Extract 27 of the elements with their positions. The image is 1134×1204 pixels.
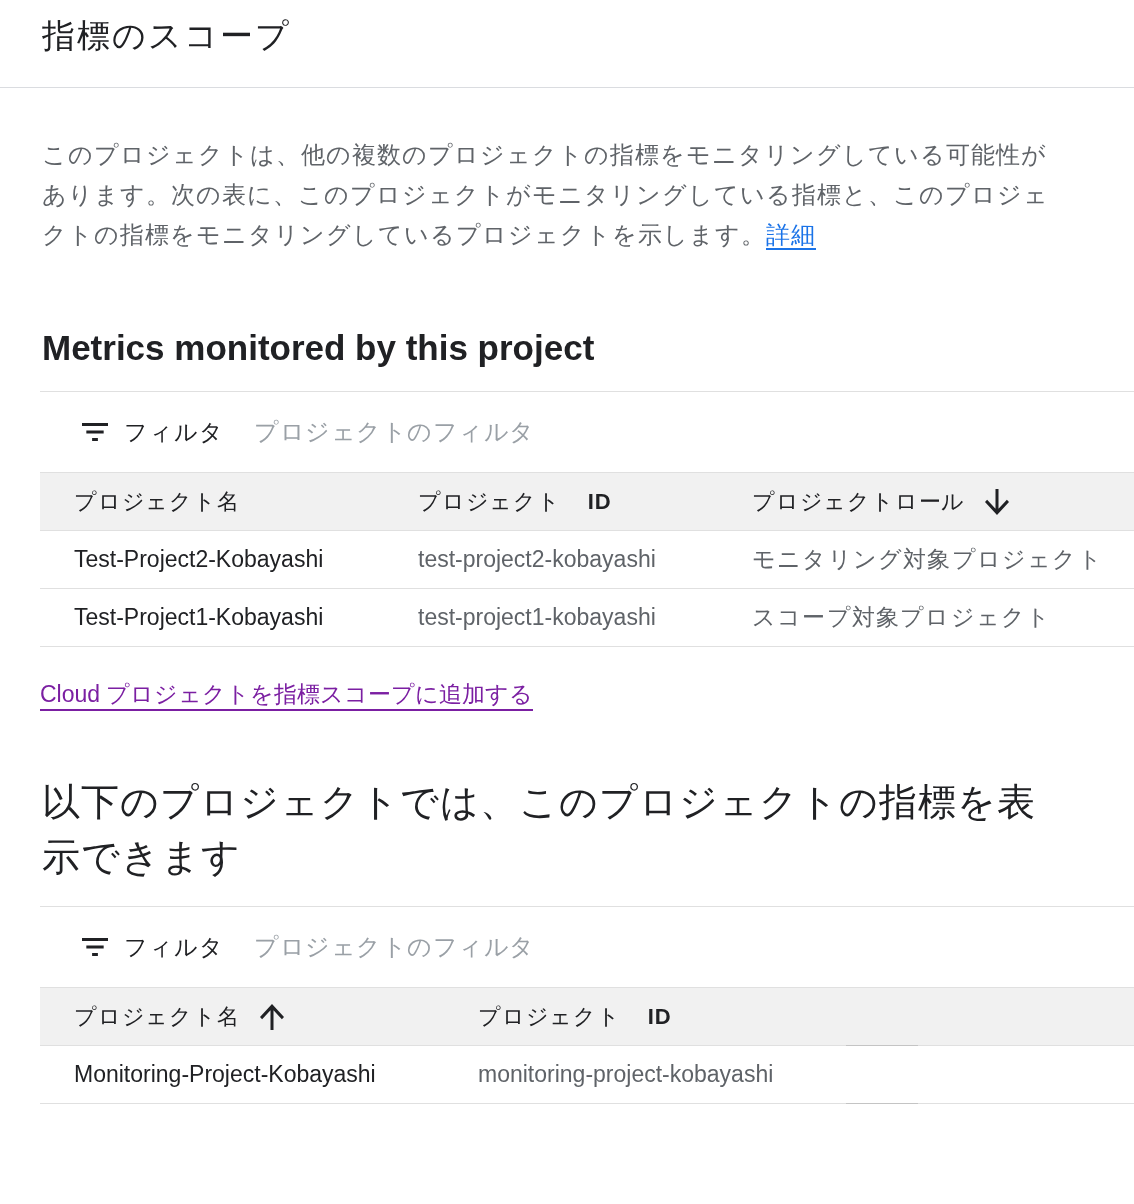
section-heading: Metrics monitored by this project [42, 327, 595, 369]
intro-paragraph: このプロジェクトは、他の複数のプロジェクトの指標をモニタリングしている可能性があります。次の表に、このプロジェクトがモニタリングしている指標と、このプロジェクトの指標をモニタリングしているプロジェクトを示します。詳細 [42, 140, 1050, 250]
project-name: Test-Project2-Kobayashi [74, 546, 324, 572]
filter-icon [82, 423, 108, 441]
project-name: Test-Project1-Kobayashi [74, 604, 324, 630]
project-id: test-project2-kobayashi [418, 546, 656, 572]
project-id: monitoring-project-kobayashi [478, 1061, 774, 1087]
page-title: 指標のスコープ [42, 16, 291, 56]
add-project-link[interactable]: Cloud プロジェクトを指標スコープに追加する [40, 679, 534, 711]
filter-input[interactable]: プロジェクトのフィルタ [254, 929, 574, 965]
project-id: test-project1-kobayashi [418, 604, 656, 630]
section-heading: 以下のプロジェクトでは、このプロジェクトの指標を表示できます [42, 780, 1037, 880]
project-name: Monitoring-Project-Kobayashi [74, 1061, 376, 1087]
details-link[interactable]: 詳細 [766, 221, 816, 248]
column-header[interactable]: プロジェクト名 [74, 1001, 284, 1032]
divider-segment [846, 1103, 918, 1104]
column-header[interactable]: プロジェクト名 [74, 486, 240, 517]
column-header[interactable]: プロジェクト ID [418, 486, 612, 517]
filter-icon [82, 938, 108, 956]
project-role: スコープ対象プロジェクト [752, 604, 1052, 630]
filter-label: フィルタ [124, 932, 224, 962]
divider-segment [846, 1045, 918, 1046]
column-header[interactable]: プロジェクトロール [752, 486, 1010, 517]
column-header[interactable]: プロジェクト ID [478, 1001, 672, 1032]
filter-input[interactable]: プロジェクトのフィルタ [254, 414, 574, 450]
filter-label: フィルタ [124, 417, 224, 447]
project-role: モニタリング対象プロジェクト [752, 546, 1103, 572]
